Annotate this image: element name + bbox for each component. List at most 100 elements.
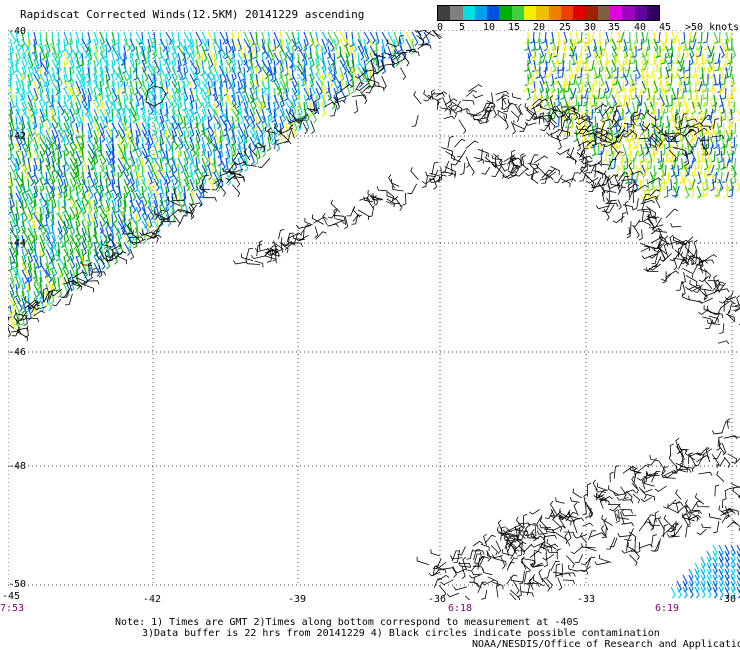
black-wind-barbs: [8, 30, 740, 600]
wind-barb: [609, 471, 614, 483]
wind-barb: [590, 532, 605, 538]
wind-barb: [665, 45, 670, 59]
wind-barb: [651, 534, 657, 547]
wind-barb: [510, 576, 524, 583]
wind-barb: [159, 52, 167, 67]
time-label: 6:18: [448, 603, 473, 614]
wind-barb: [477, 581, 487, 594]
wind-barb: [99, 31, 105, 46]
wind-barb: [289, 232, 302, 239]
wind-barb: [314, 226, 319, 239]
wind-barb: [654, 510, 659, 522]
lon-label: -45: [2, 591, 21, 602]
wind-barb: [115, 199, 120, 214]
wind-barb: [266, 136, 272, 152]
wind-barb: [715, 143, 721, 157]
wind-barb: [585, 177, 599, 184]
wind-barb: [717, 340, 730, 345]
wind-barb: [550, 560, 560, 572]
wind-barb: [457, 149, 467, 158]
wind-barb: [606, 537, 616, 550]
wind-barb: [714, 59, 721, 72]
wind-barb: [687, 240, 694, 254]
wind-barb: [651, 470, 661, 483]
wind-barb: [599, 87, 607, 99]
wind-barb: [171, 136, 179, 150]
wind-barb: [574, 570, 589, 575]
time-label: 7:53: [0, 603, 25, 614]
wind-barb: [483, 533, 488, 546]
wind-barb: [543, 569, 551, 579]
wind-barb: [453, 586, 468, 591]
wind-barb: [583, 136, 590, 150]
wind-barb: [551, 59, 557, 73]
color-swatch: [474, 6, 488, 20]
wind-barb: [511, 93, 522, 100]
wind-barb: [201, 80, 209, 95]
wind-barb: [195, 164, 203, 180]
wind-barb: [543, 534, 557, 539]
wind-barb: [333, 73, 341, 89]
wind-barb: [696, 185, 702, 199]
wind-barb: [105, 80, 112, 97]
wind-barb: [407, 183, 418, 195]
color-swatch: [499, 6, 512, 20]
wind-barb: [555, 497, 565, 504]
wind-barb: [723, 435, 738, 440]
wind-barb: [546, 130, 560, 136]
wind-barb: [15, 269, 23, 286]
wind-barb: [253, 150, 259, 166]
lat-label: -46: [8, 347, 27, 358]
wind-barb: [165, 115, 174, 131]
wind-barb: [580, 543, 596, 549]
color-swatch: [560, 6, 574, 20]
wind-barb: [679, 136, 684, 150]
lat-label: -50: [8, 579, 27, 590]
wind-barb: [477, 149, 489, 158]
wind-barb: [691, 500, 702, 511]
wind-barb: [219, 184, 226, 197]
wind-barb: [24, 325, 29, 338]
wind-barb: [31, 164, 36, 178]
color-swatch: [647, 6, 660, 20]
wind-barb: [708, 513, 722, 520]
wind-barb: [655, 31, 661, 44]
wind-barb: [258, 240, 263, 251]
wind-barb: [719, 66, 724, 80]
wind-barb: [177, 122, 184, 138]
wind-barb: [718, 108, 724, 122]
wind-barb: [736, 178, 740, 192]
wind-barb: [147, 150, 154, 165]
wind-barb: [637, 157, 643, 171]
wind-barb: [557, 577, 563, 591]
wind-barb: [714, 122, 720, 136]
wind-barb: [296, 224, 310, 229]
wind-barb: [511, 121, 516, 135]
wind-barb: [613, 465, 620, 479]
wind-barb: [731, 164, 737, 178]
wind-barb: [613, 491, 626, 496]
wind-barb: [702, 101, 707, 115]
wind-barb: [696, 528, 707, 536]
lon-label: -36: [428, 594, 447, 605]
wind-barb: [622, 204, 634, 211]
wind-barb: [545, 45, 551, 59]
wind-barb: [330, 104, 338, 117]
wind-barb: [464, 595, 471, 600]
wind-barb: [145, 52, 150, 69]
wind-barb: [581, 38, 588, 52]
wind-barb: [542, 543, 559, 550]
wind-barb: [250, 255, 267, 260]
wind-barb: [714, 52, 721, 65]
wind-barb: [541, 31, 547, 44]
wind-barb: [111, 185, 118, 200]
wind-barb: [696, 446, 708, 456]
wind-barb: [721, 514, 731, 524]
wind-barb: [521, 154, 527, 166]
wind-barb: [649, 455, 660, 462]
wind-barb: [285, 94, 294, 109]
footnote-line-2: 3)Data buffer is 22 hrs from 20141229 4)…: [142, 628, 660, 639]
wind-barb: [321, 31, 330, 46]
wind-barb: [513, 120, 525, 130]
wind-barb: [233, 173, 241, 188]
